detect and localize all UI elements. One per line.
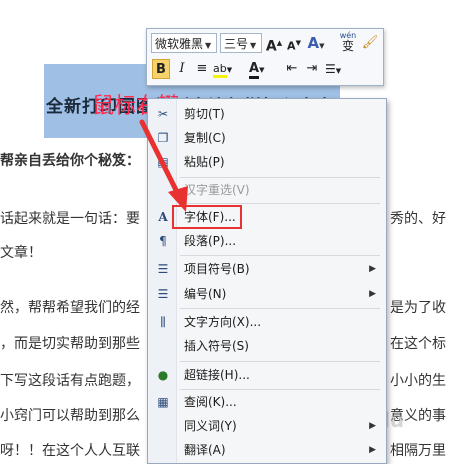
styles-button[interactable]: A▼ bbox=[307, 33, 325, 53]
text-direction-icon: ⫼ bbox=[160, 315, 166, 329]
font-color-button[interactable]: A▼ bbox=[249, 59, 275, 79]
mini-toolbar: 微软雅黑 ▼ 三号 ▼ A▲ A▼ A▼ wén 变 🖌 B I ≡ ab▼ A▼ … bbox=[146, 28, 384, 86]
menu-item-label: 翻译(A) bbox=[184, 443, 226, 457]
highlight-icon: ab bbox=[213, 62, 227, 78]
menu-item-numbering[interactable]: ☰ 编号(N) ▶ bbox=[148, 283, 386, 305]
paragraph-icon: ¶ bbox=[159, 234, 167, 248]
bullets-button[interactable]: ☰▼ bbox=[325, 59, 353, 79]
doc-line-right: 在这个标 bbox=[390, 336, 446, 352]
menu-item-text-direction[interactable]: ⫼ 文字方向(X)... bbox=[148, 311, 386, 333]
submenu-arrow-icon: ▶ bbox=[369, 421, 376, 431]
hyperlink-icon: ● bbox=[157, 368, 169, 382]
menu-item-hyperlink[interactable]: ● 超链接(H)... bbox=[148, 364, 386, 386]
doc-heading: 帮亲自丢给你个秘笈： bbox=[0, 153, 140, 169]
cut-icon: ✂ bbox=[157, 107, 169, 121]
menu-item-bullets[interactable]: ☰ 项目符号(B) ▶ bbox=[148, 258, 386, 280]
menu-separator bbox=[180, 361, 380, 362]
menu-item-copy[interactable]: ❐ 复制(C) bbox=[148, 127, 386, 149]
menu-item-label: 汉字重选(V) bbox=[184, 183, 250, 197]
menu-item-label: 查阅(K)... bbox=[184, 395, 237, 409]
lookup-icon: ▦ bbox=[157, 395, 169, 409]
menu-item-label: 剪切(T) bbox=[184, 107, 225, 121]
menu-item-cut[interactable]: ✂ 剪切(T) bbox=[148, 103, 386, 125]
doc-line: ，而是切实帮助到那些 bbox=[0, 336, 140, 352]
highlight-button[interactable]: ab▼ bbox=[213, 59, 243, 79]
menu-item-label: 项目符号(B) bbox=[184, 262, 250, 276]
menu-item-label: 文字方向(X)... bbox=[184, 315, 262, 329]
bold-icon: B bbox=[156, 62, 166, 77]
submenu-arrow-icon: ▶ bbox=[369, 289, 376, 299]
center-align-button[interactable]: ≡ bbox=[193, 59, 211, 79]
decrease-indent-button[interactable]: ⇤ bbox=[283, 59, 301, 79]
doc-line-right: 秀的、好 bbox=[390, 211, 446, 227]
menu-item-label: 复制(C) bbox=[184, 131, 226, 145]
font-highlight-box bbox=[172, 205, 242, 229]
bullets-icon: ☰ bbox=[325, 62, 336, 76]
menu-separator bbox=[180, 389, 380, 390]
menu-item-label: 超链接(H)... bbox=[184, 368, 250, 382]
font-size-combo[interactable]: 三号 ▼ bbox=[220, 33, 262, 53]
font-icon: A bbox=[158, 210, 168, 224]
font-color-icon: A bbox=[249, 61, 260, 79]
center-align-icon: ≡ bbox=[196, 61, 208, 76]
context-menu: ✂ 剪切(T) ❐ 复制(C) ▤ 粘贴(P) 汉字重选(V) A 字体(F).… bbox=[147, 98, 387, 464]
submenu-arrow-icon: ▶ bbox=[369, 445, 376, 455]
menu-separator bbox=[180, 203, 380, 204]
menu-item-label: 粘贴(P) bbox=[184, 155, 225, 169]
italic-button[interactable]: I bbox=[173, 59, 191, 79]
menu-item-insert-symbol[interactable]: 插入符号(S) bbox=[148, 335, 386, 357]
menu-item-paste[interactable]: ▤ 粘贴(P) bbox=[148, 151, 386, 173]
menu-item-lookup[interactable]: ▦ 查阅(K)... bbox=[148, 391, 386, 413]
decrease-indent-icon: ⇤ bbox=[286, 61, 298, 76]
doc-line: 小窍门可以帮助到那么 bbox=[0, 408, 140, 424]
increase-indent-button[interactable]: ⇥ bbox=[303, 59, 321, 79]
font-name-combo[interactable]: 微软雅黑 ▼ bbox=[151, 33, 217, 53]
submenu-arrow-icon: ▶ bbox=[369, 264, 376, 274]
shrink-font-icon: A bbox=[287, 39, 296, 53]
doc-line-right: 小小的生 bbox=[390, 373, 446, 389]
shrink-font-button[interactable]: A▼ bbox=[285, 33, 303, 53]
doc-line: 文章！ bbox=[0, 245, 42, 261]
font-name-value: 微软雅黑 bbox=[155, 37, 204, 51]
phonetic-char: 变 bbox=[341, 39, 354, 53]
doc-line: 下写这段话有点跑题， bbox=[0, 373, 140, 389]
copy-icon: ❐ bbox=[157, 131, 169, 145]
doc-line: 呀！！在这个人人互联 bbox=[0, 443, 140, 459]
phonetic-guide-button[interactable]: wén 变 bbox=[337, 31, 359, 53]
doc-line-right: 是为了收 bbox=[390, 300, 446, 316]
doc-line-right: 相隔万里 bbox=[390, 443, 446, 459]
grow-font-button[interactable]: A▲ bbox=[265, 33, 283, 55]
doc-line: 话起来就是一句话：要 bbox=[0, 211, 140, 227]
numbering-icon: ☰ bbox=[157, 287, 169, 301]
menu-separator bbox=[180, 255, 380, 256]
chevron-down-icon: ▼ bbox=[205, 41, 212, 50]
bold-button[interactable]: B bbox=[152, 59, 170, 79]
doc-line: 然，帮帮希望我们的经 bbox=[0, 300, 140, 316]
menu-item-paragraph[interactable]: ¶ 段落(P)... bbox=[148, 230, 386, 252]
chevron-down-icon: ▼ bbox=[250, 41, 257, 50]
menu-separator bbox=[180, 177, 380, 178]
menu-item-label: 段落(P)... bbox=[184, 234, 237, 248]
paste-icon: ▤ bbox=[157, 155, 169, 169]
italic-icon: I bbox=[179, 61, 185, 76]
styles-icon: A bbox=[307, 34, 320, 52]
bullets-icon: ☰ bbox=[157, 262, 169, 276]
font-size-value: 三号 bbox=[224, 37, 249, 51]
menu-item-reselect: 汉字重选(V) bbox=[148, 179, 386, 201]
increase-indent-icon: ⇥ bbox=[306, 61, 318, 76]
menu-item-label: 编号(N) bbox=[184, 287, 227, 301]
menu-item-translate[interactable]: 翻译(A) ▶ bbox=[148, 439, 386, 461]
menu-separator bbox=[180, 308, 380, 309]
menu-item-synonyms[interactable]: 同义词(Y) ▶ bbox=[148, 415, 386, 437]
grow-font-icon: A bbox=[265, 38, 277, 55]
menu-item-label: 插入符号(S) bbox=[184, 339, 249, 353]
format-painter-icon: 🖌 bbox=[361, 35, 379, 50]
format-painter-button[interactable]: 🖌 bbox=[361, 33, 379, 53]
menu-item-label: 同义词(Y) bbox=[184, 419, 237, 433]
